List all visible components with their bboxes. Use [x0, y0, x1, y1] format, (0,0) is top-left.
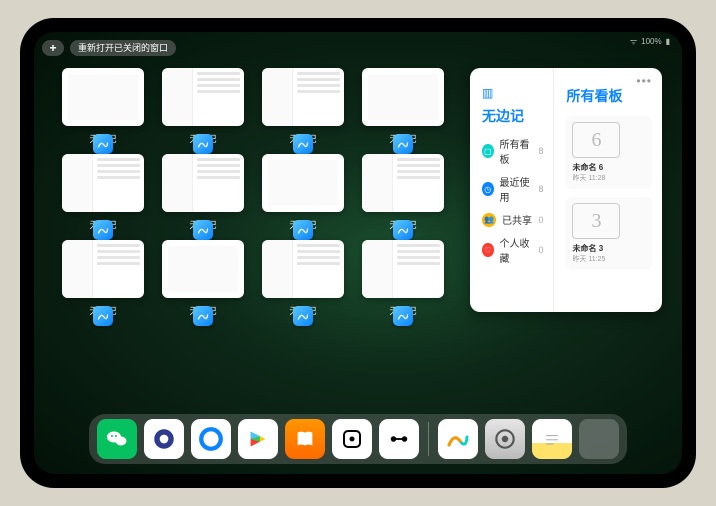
sidebar-item[interactable]: ◷ 最近使用 8 [482, 174, 543, 204]
board-list-pane: 所有看板 6 未命名 6昨天 11:28 3 未命名 3昨天 11:25 [554, 68, 662, 312]
new-window-button[interactable]: + [42, 40, 64, 56]
freeform-app-icon [393, 134, 413, 154]
window-thumb[interactable]: 无边记 [262, 68, 344, 150]
window-thumb[interactable]: 无边记 [362, 68, 444, 150]
board-sketch: 3 [572, 203, 620, 239]
window-grid: 无边记无边记无边记无边记无边记无边记无边记无边记无边记无边记无边记无边记 [62, 68, 444, 404]
sidebar-item-label: 已共享 [502, 212, 532, 227]
battery-icon: ▮ [666, 37, 670, 46]
sidebar: ▥ 无边记 ▢ 所有看板 8 ◷ 最近使用 8 👥 已共享 0 ♡ 个人收藏 0 [470, 68, 554, 312]
sidebar-item-label: 所有看板 [500, 136, 533, 166]
freeform-app-icon [93, 306, 113, 326]
dock-freeform-icon[interactable] [438, 419, 478, 459]
freeform-main-window[interactable]: ••• ▥ 无边记 ▢ 所有看板 8 ◷ 最近使用 8 👥 已共享 0 ♡ 个人收藏 0 所有看板 6… [470, 68, 662, 312]
board-card[interactable]: 3 未命名 3昨天 11:25 [566, 197, 652, 270]
freeform-app-icon [193, 220, 213, 240]
freeform-app-icon [93, 134, 113, 154]
dock-dice-icon[interactable] [332, 419, 372, 459]
sidebar-item-label: 个人收藏 [500, 235, 533, 265]
status-bar: ᯤ 100% ▮ [630, 36, 670, 47]
dock-books-icon[interactable] [285, 419, 325, 459]
sidebar-toggle-icon[interactable]: ▥ [482, 86, 543, 100]
freeform-app-icon [193, 134, 213, 154]
sidebar-item[interactable]: ♡ 个人收藏 0 [482, 235, 543, 265]
dock-uc-icon[interactable] [144, 419, 184, 459]
sidebar-item-count: 0 [538, 245, 543, 255]
window-thumb[interactable]: 无边记 [162, 68, 244, 150]
dock-xmind-icon[interactable] [379, 419, 419, 459]
freeform-app-icon [293, 220, 313, 240]
ipad-frame: ᯤ 100% ▮ + 重新打开已关闭的窗口 无边记无边记无边记无边记无边记无边记… [20, 18, 696, 488]
window-thumb[interactable]: 无边记 [62, 68, 144, 150]
sidebar-item-count: 8 [538, 184, 543, 194]
dock-settings-icon[interactable] [485, 419, 525, 459]
freeform-app-icon [293, 306, 313, 326]
dock [89, 414, 627, 464]
window-thumb[interactable]: 无边记 [262, 154, 344, 236]
app-expose: 无边记无边记无边记无边记无边记无边记无边记无边记无边记无边记无边记无边记 •••… [62, 68, 662, 404]
sidebar-item-label: 最近使用 [500, 174, 533, 204]
freeform-app-icon [93, 220, 113, 240]
board-list-title: 所有看板 [566, 86, 652, 106]
board-subtitle: 昨天 11:28 [572, 173, 646, 183]
window-thumb[interactable]: 无边记 [362, 154, 444, 236]
dock-separator [428, 422, 429, 456]
board-title: 未命名 3 [572, 243, 646, 254]
window-thumb[interactable]: 无边记 [162, 240, 244, 322]
sidebar-item-icon: 👥 [482, 213, 496, 227]
freeform-app-icon [293, 134, 313, 154]
board-title: 未命名 6 [572, 162, 646, 173]
wifi-icon: ᯤ [630, 36, 637, 47]
sidebar-title: 无边记 [482, 106, 543, 126]
freeform-app-icon [393, 220, 413, 240]
top-controls: + 重新打开已关闭的窗口 [42, 40, 176, 56]
window-menu-icon[interactable]: ••• [636, 74, 652, 88]
sidebar-item-count: 8 [538, 146, 543, 156]
freeform-app-icon [393, 306, 413, 326]
board-card[interactable]: 6 未命名 6昨天 11:28 [566, 116, 652, 189]
dock-app-library-icon[interactable] [579, 419, 619, 459]
sidebar-item-count: 0 [538, 215, 543, 225]
dock-wechat-icon[interactable] [97, 419, 137, 459]
sidebar-item-icon: ◷ [482, 182, 494, 196]
sidebar-item[interactable]: ▢ 所有看板 8 [482, 136, 543, 166]
reopen-closed-window-button[interactable]: 重新打开已关闭的窗口 [70, 40, 176, 56]
window-thumb[interactable]: 无边记 [62, 154, 144, 236]
board-sketch: 6 [572, 122, 620, 158]
freeform-app-icon [193, 306, 213, 326]
battery-label: 100% [641, 37, 661, 46]
screen: ᯤ 100% ▮ + 重新打开已关闭的窗口 无边记无边记无边记无边记无边记无边记… [34, 32, 682, 474]
dock-notes-icon[interactable] [532, 419, 572, 459]
sidebar-item-icon: ▢ [482, 144, 494, 158]
dock-qqbrowser-icon[interactable] [191, 419, 231, 459]
dock-play-icon[interactable] [238, 419, 278, 459]
sidebar-item-icon: ♡ [482, 243, 494, 257]
window-thumb[interactable]: 无边记 [362, 240, 444, 322]
window-thumb[interactable]: 无边记 [62, 240, 144, 322]
window-thumb[interactable]: 无边记 [262, 240, 344, 322]
sidebar-item[interactable]: 👥 已共享 0 [482, 212, 543, 227]
board-subtitle: 昨天 11:25 [572, 254, 646, 264]
window-thumb[interactable]: 无边记 [162, 154, 244, 236]
